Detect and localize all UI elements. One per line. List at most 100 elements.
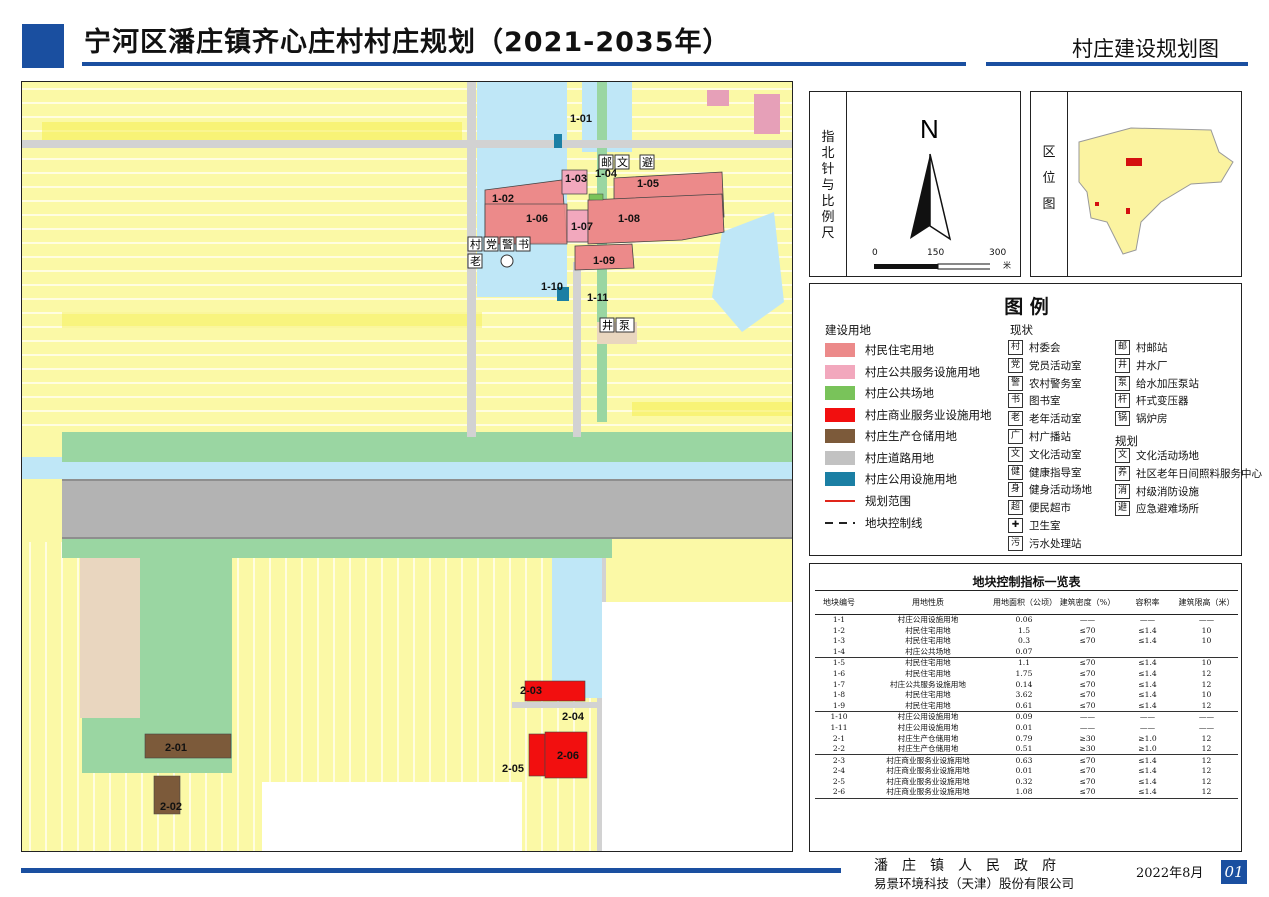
legend-facility-item: 书图书室	[1008, 393, 1061, 409]
plot-label: 2-04	[562, 711, 585, 723]
facility-label: 文化活动室	[1029, 448, 1082, 461]
legend-land-use-label: 村庄公用设施用地	[865, 472, 957, 486]
legend-facility-item: 党党员活动室	[1008, 357, 1082, 373]
svg-text:老: 老	[470, 255, 481, 268]
table-cell: 村庄公用设施用地	[897, 615, 959, 625]
table-cell: ——	[1139, 712, 1156, 722]
plot-label: 1-08	[618, 213, 640, 225]
legend-land-use-label: 村庄生产仓储用地	[865, 429, 957, 443]
table-cell: 村民住宅用地	[905, 658, 951, 668]
facility-label: 老年活动室	[1029, 413, 1082, 426]
table-cell: 1-5	[832, 658, 846, 668]
pink-existing	[707, 90, 729, 106]
legend-panel: 图 例 建设用地 村民住宅用地 村庄公共服务设施用地 村庄公共场地 村庄商业服务业设施…	[809, 283, 1262, 556]
table-cell: ≤1.4	[1138, 625, 1157, 635]
table-cell: 1-10	[830, 712, 848, 722]
table-row: 1-11 村庄公用设施用地 0.01 —— —— ——	[815, 722, 1238, 733]
legend-facility-item: 消村级消防设施	[1115, 483, 1199, 499]
table-header-cell: 用地性质	[863, 590, 993, 615]
legend-facility-item: 文文化活动室	[1008, 446, 1082, 462]
table-cell: ≤1.4	[1138, 766, 1157, 776]
table-row: 2-5 村庄商业服务业设施用地 0.32 ≤70 ≤1.4 12	[815, 776, 1238, 787]
legend-current-heading: 现状	[1010, 323, 1033, 337]
facility-icon: 污	[1008, 535, 1023, 551]
facility-icon: 养	[1115, 465, 1130, 481]
table-cell: 村庄商业服务业设施用地	[886, 755, 970, 765]
facility-icon: 文	[1115, 448, 1130, 463]
white-area-s	[262, 782, 522, 851]
table-cell: ≤1.4	[1138, 755, 1157, 765]
legend-facility-item: 超便民超市	[1008, 500, 1071, 516]
map-canvas[interactable]: 1-01 1-02 1-03 1-04 1-05 1-06 1-07 1-08 …	[22, 82, 793, 852]
legend-facility-item: 污污水处理站	[1008, 535, 1082, 551]
table-cell: 2-6	[815, 787, 863, 799]
legend-boundary-label: 规划范围	[865, 494, 911, 508]
legend-facility-item: 养社区老年日间照料服务中心	[1115, 465, 1262, 481]
table-cell: ≤70	[1079, 668, 1096, 678]
table-cell: 0.63	[1015, 755, 1033, 765]
facility-icon: 广	[1008, 429, 1023, 444]
plot-label: 1-06	[526, 213, 548, 225]
legend-facility-item: 邮村邮站	[1115, 340, 1168, 355]
facility-label: 村委会	[1029, 342, 1061, 354]
legend-facility-item: 杆杆式变压器	[1115, 393, 1189, 409]
title-underline	[82, 62, 966, 66]
table-cell: 1-3	[832, 636, 846, 646]
table-cell: 12	[1201, 733, 1212, 743]
table-header-cell: 容积率	[1120, 590, 1175, 615]
page-number: 01	[1221, 860, 1247, 884]
legend-land-use-label: 村庄公共服务设施用地	[865, 364, 980, 379]
facility-label: 村级消防设施	[1136, 485, 1199, 498]
table-cell: 0.51	[993, 744, 1055, 756]
table-header-row: 地块编号 用地性质 用地面积（公顷） 建筑密度（%） 容积率 建筑限高（米）	[815, 590, 1238, 615]
sheet-name: 村庄建设规划图	[1072, 37, 1219, 61]
green-belt-north	[62, 432, 792, 462]
table-cell: 1-8	[832, 690, 846, 700]
white-area-se	[602, 602, 792, 851]
planning-map[interactable]: 1-01 1-02 1-03 1-04 1-05 1-06 1-07 1-08 …	[21, 81, 793, 852]
table-cell: 村庄公共场地	[863, 646, 993, 659]
facility-icon: 党	[1008, 357, 1023, 373]
table-cell: 0.79	[1015, 733, 1033, 743]
facility-label: 社区老年日间照料服务中心	[1136, 467, 1262, 480]
table-cell: ——	[1198, 722, 1215, 732]
table-cell: 2-4	[832, 766, 846, 776]
table-cell: ≤70	[1079, 690, 1096, 700]
table-cell: 村民住宅用地	[905, 690, 951, 700]
legend-land-use-heading: 建设用地	[825, 323, 871, 337]
table-cell: ≤1.4	[1138, 679, 1157, 689]
table-cell: ≥1.0	[1138, 733, 1157, 743]
facility-label: 村邮站	[1136, 342, 1168, 354]
header-logo-block	[22, 24, 64, 68]
table-cell: 12	[1175, 700, 1238, 713]
facility-label: 应急避难场所	[1136, 503, 1199, 516]
legend-land-use-item: 村庄公共场地	[825, 385, 934, 401]
facility-icon: 老	[1008, 411, 1023, 427]
plot-label: 2-03	[520, 685, 542, 697]
facility-icon: 健	[1008, 464, 1023, 480]
table-row: 2-3 村庄商业服务业设施用地 0.63 ≤70 ≤1.4 12	[815, 755, 1238, 766]
table-cell: 2-5	[832, 776, 846, 786]
legend-swatch	[825, 343, 855, 357]
plot-label: 1-04	[595, 168, 618, 180]
legend-land-use-label: 村庄道路用地	[865, 450, 934, 465]
facility-icon: 消	[1115, 483, 1130, 499]
table-row: 1-1 村庄公用设施用地 0.06 —— —— ——	[815, 615, 1238, 626]
table-row: 1-4 村庄公共场地 0.07	[815, 646, 1238, 659]
table-cell: ≤70	[1079, 636, 1096, 646]
legend-swatch	[825, 472, 855, 486]
facility-icon: 文	[1008, 446, 1023, 462]
pond-south	[552, 558, 602, 698]
table-cell: 1.08	[993, 787, 1055, 799]
facility-label: 井水厂	[1136, 359, 1168, 372]
plot-label: 2-06	[557, 750, 579, 762]
table-cell: 10	[1201, 690, 1212, 700]
table-cell: ——	[1139, 615, 1156, 625]
table-cell: ≤70	[1079, 625, 1096, 635]
plot-label: 1-09	[593, 255, 615, 267]
legend-swatch	[825, 386, 855, 400]
scale-unit: 米	[1003, 261, 1011, 270]
table-cell: 村庄商业服务业设施用地	[863, 787, 993, 799]
svg-text:书: 书	[518, 238, 529, 251]
plot-label: 2-02	[160, 801, 182, 813]
